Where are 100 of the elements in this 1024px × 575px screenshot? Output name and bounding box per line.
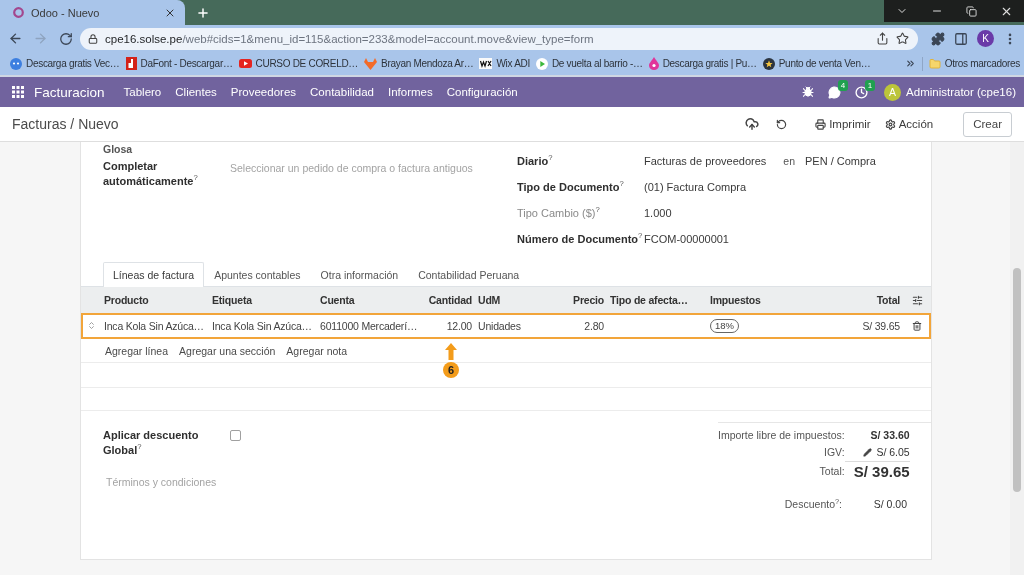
field-label: Tipo de Documento$^{?}$: [517, 179, 625, 195]
drag-handle-icon[interactable]: [86, 321, 96, 330]
checkbox[interactable]: [230, 430, 241, 441]
restore-icon[interactable]: [966, 5, 977, 17]
field-label: Diario$^{?}$: [517, 153, 554, 169]
action-link[interactable]: Agregar línea: [105, 344, 169, 357]
form-tab[interactable]: Contabilidad Peruana: [408, 262, 530, 286]
table-cell-text: Inca Kola Sin Azúca…: [103, 319, 205, 332]
total-label: IGV:: [824, 445, 845, 460]
cloud-upload-icon[interactable]: [745, 117, 760, 131]
column-header[interactable]: Producto: [101, 294, 209, 306]
autocomplete-field[interactable]: Seleccionar un pedido de compra o factura antiguos: [230, 159, 480, 177]
sliders-icon[interactable]: [911, 294, 923, 306]
video-play-icon: [238, 59, 252, 68]
ring-icon: [13, 7, 24, 18]
bookmark-link[interactable]: De vuelta al barrio -…: [535, 57, 643, 70]
chevrons-right-icon[interactable]: [904, 58, 916, 69]
gear-icon: [884, 118, 896, 130]
action-link[interactable]: Agregar una sección: [179, 344, 276, 357]
connector-text: en: [783, 155, 795, 167]
plus-icon[interactable]: [196, 5, 210, 20]
pencil-icon[interactable]: [863, 448, 873, 457]
play-icon: [535, 57, 548, 70]
table-cell-text: Inca Kola Sin Azúca…: [211, 319, 313, 332]
menu-item[interactable]: Clientes: [168, 77, 224, 107]
column-header[interactable]: Etiqueta: [209, 294, 317, 306]
profile-avatar[interactable]: K: [977, 30, 995, 47]
field-value[interactable]: PEN / Compra: [805, 155, 876, 167]
action-link[interactable]: Agregar nota: [286, 344, 348, 357]
user-name[interactable]: Administrator (cpe16): [906, 86, 1016, 98]
table-cell-text: 6011000 Mercaderí…: [319, 319, 419, 332]
print-button[interactable]: Imprimir: [815, 118, 871, 130]
create-button[interactable]: Crear: [963, 111, 1012, 137]
menu-item[interactable]: Proveedores: [223, 77, 304, 107]
undo-icon[interactable]: [776, 118, 788, 130]
column-header[interactable]: Precio: [547, 294, 607, 306]
menu-item[interactable]: Informes: [381, 77, 440, 107]
bookmark-link[interactable]: Descarga gratis | Pu…: [648, 57, 757, 70]
column-header[interactable]: Cuenta: [317, 294, 421, 306]
column-header[interactable]: Total: [799, 294, 903, 306]
clock-icon[interactable]: [855, 85, 869, 99]
action-button[interactable]: Acción: [884, 118, 934, 130]
form-tab[interactable]: Otra información: [310, 262, 409, 286]
bookmark-folder-link[interactable]: Otros marcadores: [928, 57, 1020, 70]
bookmark-link[interactable]: Wix ADI: [479, 58, 530, 69]
printer-icon: [815, 118, 827, 130]
bot-icon: [10, 57, 22, 70]
reload-icon[interactable]: [58, 31, 73, 46]
table-row[interactable]: Inca Kola Sin Azúca… Inca Kola Sin Azúca… 6011000 Mercaderí… 12.00 Unidades 2.80 18% S/ 39.65: [81, 313, 931, 339]
side-panel-icon[interactable]: [953, 31, 968, 46]
chat-icon[interactable]: [828, 85, 842, 99]
menu-item[interactable]: Contabilidad: [303, 77, 381, 107]
trash-icon[interactable]: [912, 320, 922, 331]
scrollbar-thumb[interactable]: [1013, 268, 1021, 492]
field-label: Aplicar descuento Global$^{?}$: [103, 428, 200, 458]
browser-tab[interactable]: Odoo - Nuevo: [0, 0, 185, 25]
field-value[interactable]: Facturas de proveedores: [644, 155, 767, 167]
bookmark-link[interactable]: CURSO DE CORELD…: [238, 58, 359, 69]
lock-icon: [88, 33, 98, 44]
column-header[interactable]: Cantidad: [421, 294, 475, 306]
field-value[interactable]: 1.000: [644, 207, 672, 219]
table-cell-text: Unidades: [477, 319, 522, 332]
menu-item[interactable]: Tablero: [116, 77, 169, 107]
total-value: S/ 0.00: [873, 497, 907, 512]
app-name[interactable]: Facturacion: [34, 84, 105, 100]
bookmark-link[interactable]: Brayan Mendoza Ar…: [364, 57, 474, 70]
logo-tile-icon: [125, 57, 137, 70]
column-header[interactable]: Tipo de afecta…: [607, 294, 707, 306]
field-value[interactable]: (01) Factura Compra: [644, 181, 747, 193]
field-label: Número de Documento$^{?}$: [517, 231, 644, 247]
field-label: Completar automáticamente$^{?}$: [103, 159, 199, 189]
terms-field[interactable]: Términos y condiciones: [106, 473, 406, 491]
table-cell-text: S/ 39.65: [861, 319, 901, 332]
bug-icon[interactable]: [802, 86, 815, 98]
table-cell-text: 2.80: [583, 319, 605, 332]
breadcrumb[interactable]: Facturas / Nuevo: [12, 116, 119, 132]
total-label: Importe libre de impuestos:: [718, 428, 845, 443]
field-label: Tipo Cambio ($)$^{?}$: [517, 205, 601, 221]
scrollbar[interactable]: [1010, 142, 1024, 575]
url-text: cpe16.solse.pe/web#cids=1&menu_id=115&action=233&model=account.move&view_type=form: [105, 32, 595, 45]
address-bar[interactable]: cpe16.solse.pe/web#cids=1&menu_id=115&action=233&model=account.move&view_type=form: [80, 27, 918, 50]
bookmark-link[interactable]: Descarga gratis Vec…: [10, 57, 120, 70]
form-tab[interactable]: Apuntes contables: [204, 262, 311, 286]
column-header[interactable]: UdM: [475, 294, 547, 306]
star-badge-icon: [762, 57, 775, 70]
step-marker: 6: [443, 362, 459, 378]
share-icon[interactable]: [876, 32, 889, 45]
count-badge: 4: [838, 79, 849, 91]
form-tab[interactable]: Líneas de factura: [103, 262, 205, 287]
bookmark-link[interactable]: Punto de venta Ven…: [762, 57, 871, 70]
star-icon[interactable]: [896, 32, 909, 45]
field-value[interactable]: FCOM-00000001: [644, 233, 729, 245]
drop-icon: [648, 57, 659, 70]
apps-grid-icon[interactable]: [12, 86, 24, 98]
table-cell-text: 12.00: [445, 319, 473, 332]
total-label: Total:: [819, 464, 845, 479]
menu-item[interactable]: Configuración: [439, 77, 525, 107]
puzzle-icon[interactable]: [930, 31, 945, 46]
column-header[interactable]: Impuestos: [707, 294, 799, 306]
bookmark-link[interactable]: DaFont - Descargar…: [125, 57, 233, 70]
